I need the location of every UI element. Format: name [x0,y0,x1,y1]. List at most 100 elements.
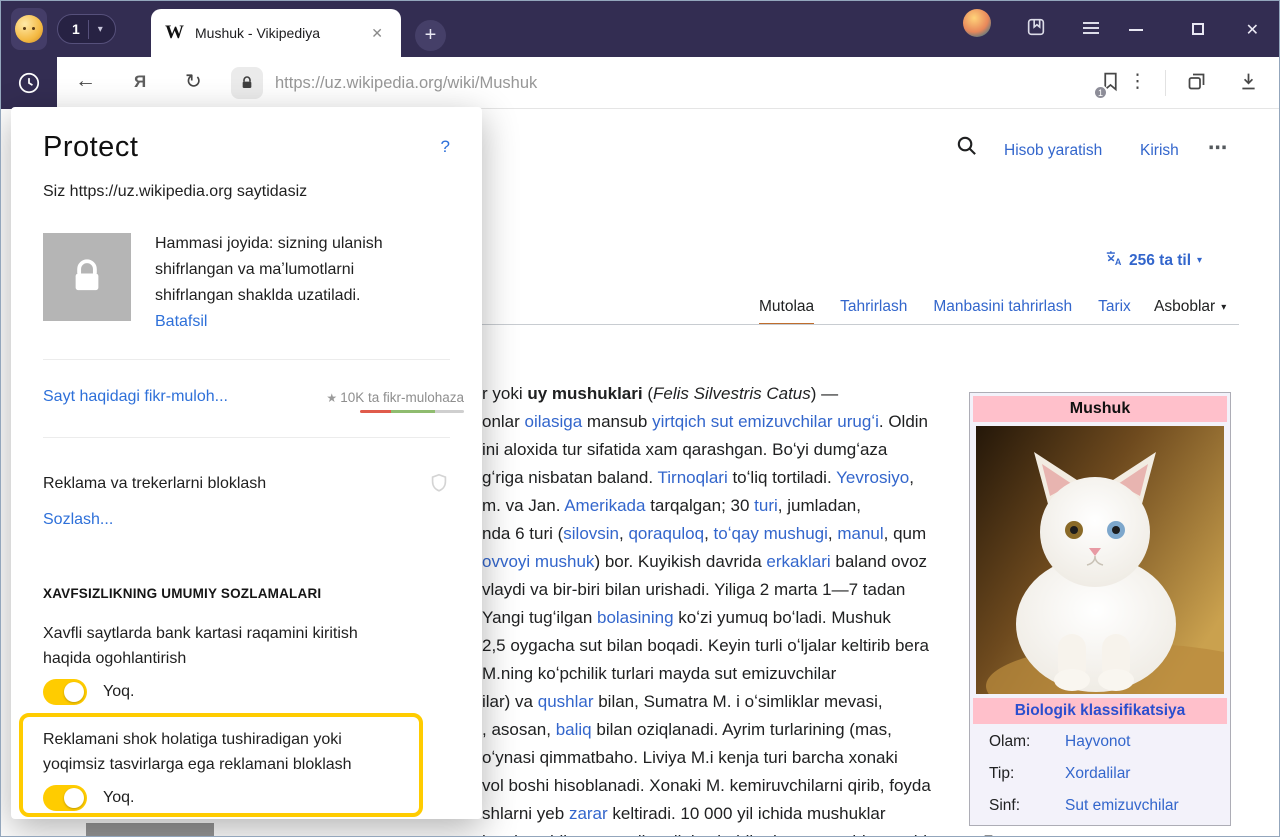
text-segment: , [704,524,713,543]
adblock-title: Reklama va trekerlarni bloklash [43,475,266,493]
new-tab-button[interactable]: + [415,20,446,51]
article-line: 2,5 oygacha sut bilan boqadi. Keyin turl… [482,632,993,660]
minimize-button[interactable] [1129,29,1143,31]
feedback-summary[interactable]: ★10K ta fikr-mulohaza [326,390,464,413]
browser-window: 1 ▾ W Mushuk - Vikipediya ✕ + ✕ [0,0,1280,837]
security-settings-header: XAVFSIZLIKNING UMUMIY SOZLAMALARI [43,586,321,601]
toolbar-more-icon[interactable]: ⋮ [1128,70,1147,93]
wiki-link[interactable]: ovvoyi mushuk [482,552,594,571]
bank-warning-text: Xavfli saytlarda bank kartasi raqamini k… [43,621,358,671]
wiki-link[interactable]: Tirnoqlari [658,468,728,487]
chevron-down-icon: ▾ [1197,255,1202,266]
wiki-link[interactable]: erkaklari [766,552,830,571]
wiki-link[interactable]: zarar [569,804,608,823]
text-segment: ini aloxida tur sifatida xam qarashgan. … [482,440,887,459]
yandex-icon[interactable]: Я [134,72,146,92]
adblock-settings-link[interactable]: Sozlash... [43,511,113,529]
shared-tabs-icon[interactable] [1186,71,1207,97]
article-line: r yoki uy mushuklari (Felis Silvestris C… [482,380,993,408]
text-segment: m. va Jan. [482,496,564,515]
wiki-link[interactable]: oilasiga [525,412,583,431]
wiki-tools-menu[interactable]: Asboblar ▾ [1154,298,1226,316]
article-line: vol boshi hisoblanadi. Xonaki M. kemiruv… [482,772,993,800]
toggle-state-label: Yoq. [103,683,134,701]
taxon-link[interactable]: Xordalilar [1059,758,1227,790]
text-segment: kemiruvchilarga ov qilganligi sababli od… [482,832,993,837]
wiki-link[interactable]: baliq [556,720,592,739]
back-button[interactable]: ← [75,69,96,93]
infobox-title: Mushuk [973,396,1227,422]
help-link[interactable]: ? [441,137,450,157]
divider [43,359,450,360]
article-line: M.ning koʻpchilik turlari mayda sut emiz… [482,660,993,688]
wiki-link[interactable]: toʻqay mushugi [714,524,828,543]
user-menu-icon[interactable]: ⋯ [1208,137,1227,160]
close-window-button[interactable]: ✕ [1242,18,1263,42]
taxon-rank-label: Tip: [973,758,1059,790]
language-selector[interactable]: A 256 ta til ▾ [1105,249,1202,272]
article-line: ini aloxida tur sifatida xam qarashgan. … [482,436,993,464]
text-segment: . Oldin [879,412,928,431]
classification-header: Biologik klassifikatsiya [973,698,1227,724]
text-segment: , [828,524,837,543]
maximize-button[interactable] [1192,23,1204,35]
downloads-icon[interactable] [1238,71,1259,97]
toggle-knob [64,788,84,808]
profile-button[interactable] [11,8,47,50]
search-icon[interactable] [955,134,978,162]
site-feedback-link[interactable]: Sayt haqidagi fikr-muloh... [43,388,228,406]
article-line: kemiruvchilarga ov qilganligi sababli od… [482,828,993,837]
create-account-link[interactable]: Hisob yaratish [1004,142,1102,160]
site-lock-button[interactable] [231,67,263,99]
user-avatar[interactable] [963,9,991,37]
browser-tab[interactable]: W Mushuk - Vikipediya ✕ [151,9,401,57]
text-segment: ( [643,384,653,403]
species-infobox: Mushuk [969,392,1231,826]
tab-counter[interactable]: 1 ▾ [57,14,116,44]
wiki-link[interactable]: yirtqich sut emizuvchilar urugʻi [652,412,879,431]
browser-toolbar: ← Я ↻ https://uz.wikipedia.org/wiki/Mush… [1,57,1279,109]
text-segment: bilan oziqlanadi. Ayrim turlarining (mas… [592,720,892,739]
text-segment: , qum [884,524,927,543]
wiki-link[interactable]: qoraquloq [628,524,704,543]
text-segment: nda 6 turi ( [482,524,563,543]
wiki-link[interactable]: Amerikada [564,496,645,515]
tools-label: Asboblar [1154,298,1215,316]
collections-icon[interactable]: 1 [1100,71,1121,97]
wiki-link[interactable]: silovsin [563,524,619,543]
wiki-link[interactable]: Yevrosiyo [836,468,909,487]
tab-count-label: 1 [68,21,88,37]
reload-button[interactable]: ↻ [185,69,202,94]
shock-ads-toggle[interactable] [43,785,87,811]
wiki-tab-tarix[interactable]: Tarix [1098,298,1131,325]
address-bar[interactable]: https://uz.wikipedia.org/wiki/Mushuk [275,57,537,109]
tabs-underline [482,324,1239,325]
wiki-link[interactable]: qushlar [538,692,594,711]
wiki-link[interactable]: manul [837,524,883,543]
wiki-tab-tahrirlash[interactable]: Tahrirlash [840,298,907,325]
details-link[interactable]: Batafsil [155,313,207,331]
wiki-link[interactable]: bolasining [597,608,674,627]
bookmarks-panel-icon[interactable] [1025,16,1047,43]
feedback-count-label: 10K ta fikr-mulohaza [340,390,464,405]
bank-warning-toggle[interactable] [43,679,87,705]
menu-icon[interactable] [1081,19,1101,42]
divider [43,437,450,438]
collections-badge: 1 [1093,85,1108,100]
wiki-tab-manbasini-tahrirlash[interactable]: Manbasini tahrirlash [933,298,1072,325]
wiki-tab-mutolaa[interactable]: Mutolaa [759,298,814,325]
taxon-link[interactable]: Sut emizuvchilar [1059,790,1227,822]
text-segment: , jumladan, [778,496,861,515]
text-segment: Felis Silvestris Catus [653,384,811,403]
login-link[interactable]: Kirish [1140,142,1179,160]
text-segment: vol boshi hisoblanadi. Xonaki M. kemiruv… [482,776,931,795]
profile-avatar-icon [15,15,43,43]
tab-close-icon[interactable]: ✕ [367,23,387,44]
wiki-link[interactable]: turi [754,496,778,515]
text-segment: ) bor. Kuyikish davrida [594,552,766,571]
cat-photo[interactable] [976,426,1224,694]
taxon-link[interactable]: Hayvonot [1059,726,1227,758]
star-icon: ★ [326,391,337,405]
chevron-down-icon[interactable]: ▾ [88,20,105,39]
sidebar-button[interactable] [1,57,57,109]
